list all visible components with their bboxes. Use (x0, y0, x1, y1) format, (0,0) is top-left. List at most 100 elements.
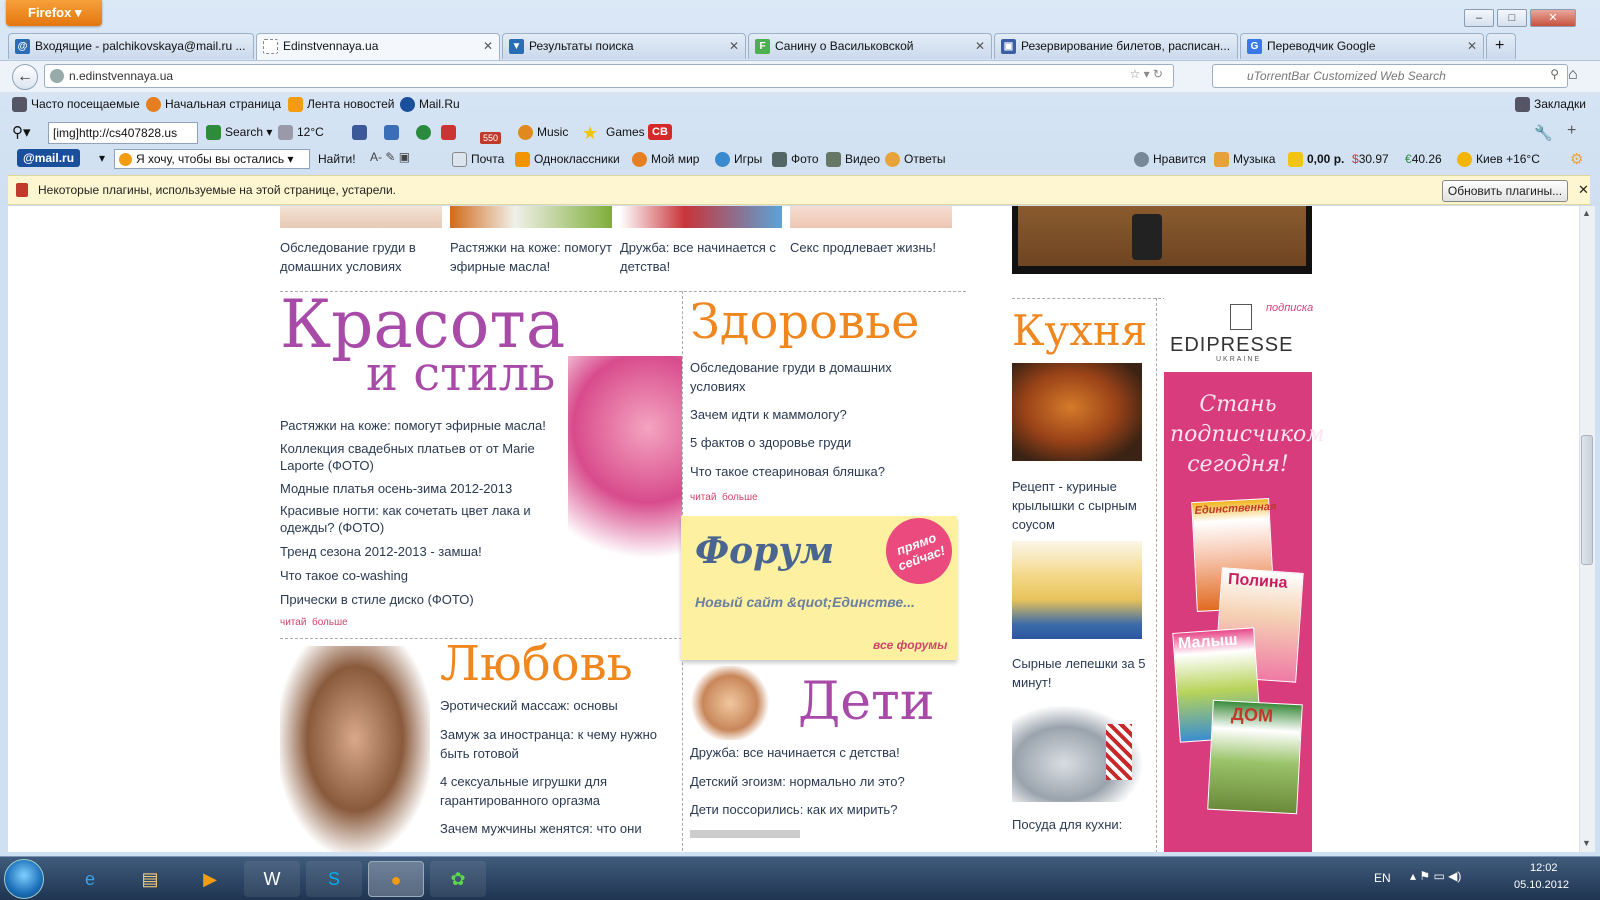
tab-search-results[interactable]: ▼ Результаты поиска ✕ (502, 33, 746, 59)
close-tab-icon[interactable]: ✕ (1467, 39, 1477, 53)
url-bar[interactable]: n.edinstvennaya.ua ☆ ▾ ↻ (44, 64, 1174, 88)
kids-link[interactable]: Дружба: все начинается с детства! (690, 743, 950, 762)
weather-widget[interactable]: 12°C (278, 125, 324, 141)
scroll-up-icon[interactable]: ▲ (1582, 208, 1591, 218)
top-link[interactable]: Секс продлевает жизнь! (790, 238, 955, 257)
love-link[interactable]: Эротический массаж: основы (440, 696, 680, 715)
cb-button[interactable]: CB (648, 124, 672, 140)
thumb-image[interactable] (450, 206, 612, 228)
icq-icon[interactable]: ✿ (430, 861, 486, 897)
language-indicator[interactable]: EN (1374, 871, 1391, 885)
close-tab-icon[interactable]: ✕ (483, 39, 493, 53)
kitchen-link[interactable]: Рецепт - куриные крылышки с сырным соусо… (1012, 477, 1152, 534)
health-title[interactable]: Здоровье (690, 294, 920, 350)
toolbar-music[interactable]: Музыка (1214, 152, 1275, 168)
kids-title[interactable]: Дети (798, 672, 934, 732)
update-plugins-button[interactable]: Обновить плагины... (1442, 180, 1568, 202)
health-link[interactable]: 5 фактов о здоровье груди (690, 433, 950, 452)
close-tab-icon[interactable]: ✕ (975, 39, 985, 53)
toolbar-mail[interactable]: Почта (452, 152, 504, 168)
kitchen-link[interactable]: Сырные лепешки за 5 минут! (1012, 654, 1152, 692)
text-tools-icon[interactable]: A‑ ✎ ▣ (370, 150, 410, 164)
beauty-link[interactable]: Растяжки на коже: помогут эфирные масла! (280, 416, 570, 435)
beauty-link[interactable]: Тренд сезона 2012-2013 - замша! (280, 542, 570, 561)
skype-icon[interactable]: S (306, 861, 362, 897)
top-link[interactable]: Дружба: все начинается с детства! (620, 238, 785, 276)
close-window-button[interactable]: ✕ (1530, 9, 1576, 27)
beauty-subtitle[interactable]: и стиль (366, 346, 555, 402)
tab-google-translate[interactable]: G Переводчик Google ✕ (1240, 33, 1484, 59)
bookmark-most-visited[interactable]: Часто посещаемые (12, 97, 140, 113)
love-link[interactable]: Зачем мужчины женятся: что они (440, 819, 680, 838)
subscription-ad[interactable]: Стань подписчиком сегодня! Единственная … (1164, 372, 1325, 852)
bookmark-mailru[interactable]: Mail.Ru (400, 97, 460, 113)
beauty-link[interactable]: Что такое co-washing (280, 566, 570, 585)
gear-icon[interactable]: ⚙ (1570, 150, 1583, 168)
plus-icon[interactable]: + (1567, 122, 1576, 140)
facebook-icon[interactable] (352, 125, 371, 141)
love-title[interactable]: Любовь (440, 636, 633, 692)
scrollbar-thumb[interactable] (1581, 435, 1593, 565)
all-forums-link[interactable]: все форумы (873, 638, 947, 652)
toolbar-video[interactable]: Видео (826, 152, 880, 168)
firefox-taskbar-icon[interactable]: ● (368, 861, 424, 897)
scroll-down-icon[interactable]: ▼ (1582, 838, 1591, 848)
clock-time[interactable]: 12:02 (1530, 862, 1558, 874)
media-player-icon[interactable]: ▶ (182, 861, 238, 897)
beauty-link[interactable]: Красивые ногти: как сочетать цвет лака и… (280, 502, 570, 536)
top-link[interactable]: Растяжки на коже: помогут эфирные масла! (450, 238, 615, 276)
reload-icon[interactable]: ☆ ▾ ↻ (1129, 67, 1163, 81)
toolbar-answers[interactable]: Ответы (885, 152, 945, 168)
clock-date[interactable]: 05.10.2012 (1514, 879, 1569, 891)
read-more-link[interactable]: читай больше (280, 617, 348, 628)
toolbar-eur[interactable]: €40.26 (1405, 152, 1442, 166)
magnifier-icon[interactable]: ⚲▾ (12, 123, 31, 141)
start-button[interactable] (4, 859, 44, 899)
music-button[interactable]: Music (518, 125, 568, 141)
bookmark-news-feed[interactable]: Лента новостей (288, 97, 395, 113)
minimize-button[interactable]: – (1464, 9, 1494, 27)
find-button[interactable]: Найти! (318, 152, 356, 166)
toolbar-my-world[interactable]: Мой мир (632, 152, 699, 168)
maximize-button[interactable]: □ (1497, 9, 1527, 27)
home-icon[interactable]: ⌂ (1568, 66, 1578, 84)
toolbar-games[interactable]: Игры (715, 152, 762, 168)
toolbar-odnoklassniki[interactable]: Одноклассники (515, 152, 620, 168)
chevron-down-icon[interactable]: ▾ (99, 151, 105, 165)
explorer-icon[interactable]: ▤ (122, 861, 178, 897)
new-tab-button[interactable]: + (1486, 33, 1516, 59)
firefox-menu-button[interactable]: Firefox ▾ (6, 0, 102, 26)
beauty-link[interactable]: Прически в стиле диско (ФОТО) (280, 590, 570, 609)
email-icon[interactable] (384, 125, 403, 141)
forum-box[interactable]: Форум прямо сейчас! Новый сайт &quot;Еди… (681, 508, 962, 660)
thumb-image[interactable] (280, 206, 442, 228)
tray-icons[interactable]: ▴ ⚑ ▭ ◀) (1410, 869, 1461, 883)
thumb-image[interactable] (790, 206, 952, 228)
search-icon[interactable]: ⚲ (1550, 67, 1559, 81)
chicken-wings-image[interactable] (1012, 363, 1142, 461)
mailru-search-input[interactable]: Я хочу, чтобы вы остались ▾ (114, 149, 310, 169)
toolbar-wallet[interactable]: 0,00 р. (1288, 152, 1344, 168)
toolbar-search-button[interactable]: Search ▾ (206, 125, 272, 141)
ie-icon[interactable]: e (62, 861, 118, 897)
tab-edinstvennaya[interactable]: Edinstvennaya.ua ✕ (256, 33, 500, 60)
mailru-logo[interactable]: @mail.ru (17, 149, 81, 167)
health-link[interactable]: Обследование груди в домашних условиях (690, 358, 930, 396)
kids-link[interactable]: Детский эгоизм: нормально ли это? (690, 772, 950, 791)
kitchen-title[interactable]: Кухня (1012, 306, 1147, 355)
games-button[interactable]: Games (606, 125, 645, 139)
toolbar-like[interactable]: Нравится (1134, 152, 1206, 168)
search-bar[interactable]: uTorrentBar Customized Web Search ⚲ (1212, 64, 1568, 88)
toolbar-weather[interactable]: Киев +16°C (1457, 152, 1540, 168)
edipresse-logo[interactable]: EDIPRESSE UKRAINE подписка (1164, 298, 1313, 372)
forum-latest-topic[interactable]: Новый сайт &quot;Единстве... (695, 594, 945, 610)
tab-mail[interactable]: @ Входящие - palchikovskaya@mail.ru ... (8, 33, 254, 59)
toolbar-usd[interactable]: $30.97 (1352, 152, 1389, 166)
bookmark-start-page[interactable]: Начальная страница (146, 97, 281, 113)
bookmarks-menu[interactable]: Закладки (1515, 97, 1586, 113)
kitchen-link[interactable]: Посуда для кухни: (1012, 815, 1152, 834)
beauty-link[interactable]: Модные платья осень-зима 2012-2013 (280, 479, 570, 498)
close-icon[interactable]: ✕ (1578, 182, 1589, 198)
video-icon[interactable] (441, 125, 460, 141)
img-url-field[interactable]: [img]http://cs407828.us (48, 122, 198, 144)
